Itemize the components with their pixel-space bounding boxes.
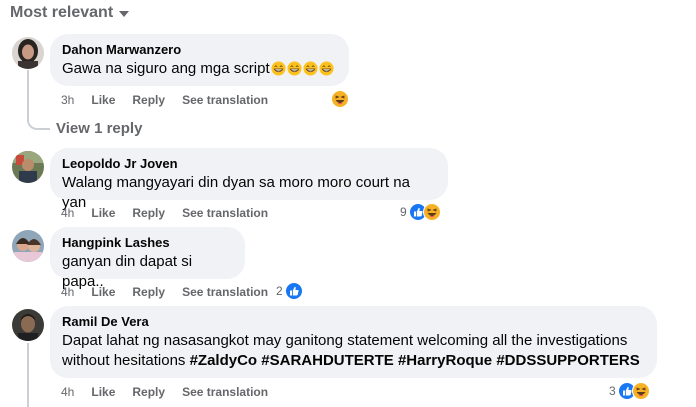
thread-connector bbox=[27, 118, 50, 130]
reaction-summary[interactable] bbox=[331, 90, 349, 108]
comment-text-line: Dapat lahat ng nasasangkot may ganitong … bbox=[62, 332, 628, 349]
like-button[interactable]: Like bbox=[91, 206, 115, 220]
reaction-summary[interactable]: 3 bbox=[609, 382, 650, 400]
thread-line bbox=[27, 70, 29, 122]
comment-bubble: Ramil De Vera Dapat lahat ng nasasangkot… bbox=[50, 306, 657, 378]
comment-author[interactable]: Ramil De Vera bbox=[62, 314, 645, 330]
thread-line bbox=[27, 343, 29, 407]
comment-author[interactable]: Dahon Marwanzero bbox=[62, 42, 337, 58]
reply-button[interactable]: Reply bbox=[132, 93, 165, 107]
comment-actions: 4h Like Reply See translation bbox=[61, 385, 285, 399]
comment-author[interactable]: Leopoldo Jr Joven bbox=[62, 156, 436, 172]
haha-reaction-icon bbox=[422, 203, 441, 221]
comment-timestamp[interactable]: 3h bbox=[61, 93, 74, 107]
comment-text-prefix: without hesitations bbox=[62, 352, 186, 369]
like-reaction-icon bbox=[284, 282, 303, 300]
comment-timestamp[interactable]: 4h bbox=[61, 285, 74, 299]
comment-timestamp[interactable]: 4h bbox=[61, 206, 74, 220]
see-translation-button[interactable]: See translation bbox=[182, 206, 268, 220]
comment-text: Gawa na siguro ang mga script bbox=[62, 59, 337, 79]
hashtag-link[interactable]: #ZaldyCo bbox=[190, 352, 258, 369]
avatar[interactable] bbox=[12, 151, 44, 183]
sort-dropdown[interactable]: Most relevant bbox=[10, 4, 130, 22]
reaction-count: 3 bbox=[609, 384, 616, 398]
reply-button[interactable]: Reply bbox=[132, 385, 165, 399]
hashtag-link[interactable]: #DDSSUPPORTERS bbox=[496, 352, 639, 369]
haha-reaction-icon bbox=[331, 90, 349, 108]
like-button[interactable]: Like bbox=[91, 93, 115, 107]
avatar[interactable] bbox=[12, 309, 44, 341]
chevron-down-icon bbox=[119, 11, 130, 17]
reaction-count: 2 bbox=[276, 284, 283, 298]
reaction-summary[interactable]: 2 bbox=[276, 282, 303, 300]
comment-timestamp[interactable]: 4h bbox=[61, 385, 74, 399]
reply-button[interactable]: Reply bbox=[132, 285, 165, 299]
see-translation-button[interactable]: See translation bbox=[182, 385, 268, 399]
comment-bubble: Leopoldo Jr Joven Walang mangyayari din … bbox=[50, 148, 448, 211]
comment-actions: 4h Like Reply See translation bbox=[61, 285, 285, 299]
sort-label: Most relevant bbox=[10, 4, 114, 21]
hashtag-link[interactable]: #SARAHDUTERTE bbox=[261, 352, 394, 369]
comment-text-body: Gawa na siguro ang mga script bbox=[62, 60, 270, 77]
avatar[interactable] bbox=[12, 37, 44, 69]
reaction-summary[interactable]: 9 bbox=[400, 203, 441, 221]
reaction-count: 9 bbox=[400, 205, 407, 219]
comment-author[interactable]: Hangpink Lashes bbox=[62, 235, 233, 251]
comment-bubble: Dahon Marwanzero Gawa na siguro ang mga … bbox=[50, 34, 349, 86]
reply-button[interactable]: Reply bbox=[132, 206, 165, 220]
hashtag-link[interactable]: #HarryRoque bbox=[398, 352, 492, 369]
avatar[interactable] bbox=[12, 230, 44, 262]
comment-text: Dapat lahat ng nasasangkot may ganitong … bbox=[62, 331, 645, 371]
view-replies-link[interactable]: View 1 reply bbox=[56, 120, 142, 137]
see-translation-button[interactable]: See translation bbox=[182, 285, 268, 299]
like-button[interactable]: Like bbox=[91, 285, 115, 299]
see-translation-button[interactable]: See translation bbox=[182, 93, 268, 107]
comment-actions: 4h Like Reply See translation bbox=[61, 206, 285, 220]
like-button[interactable]: Like bbox=[91, 385, 115, 399]
grin-emoji-icon bbox=[271, 61, 335, 76]
comment-text-line: without hesitations #ZaldyCo #SARAHDUTER… bbox=[62, 351, 645, 371]
haha-reaction-icon bbox=[631, 382, 650, 400]
comment-actions: 3h Like Reply See translation bbox=[61, 93, 285, 107]
comment-bubble: Hangpink Lashes ganyan din dapat si papa… bbox=[50, 227, 245, 290]
